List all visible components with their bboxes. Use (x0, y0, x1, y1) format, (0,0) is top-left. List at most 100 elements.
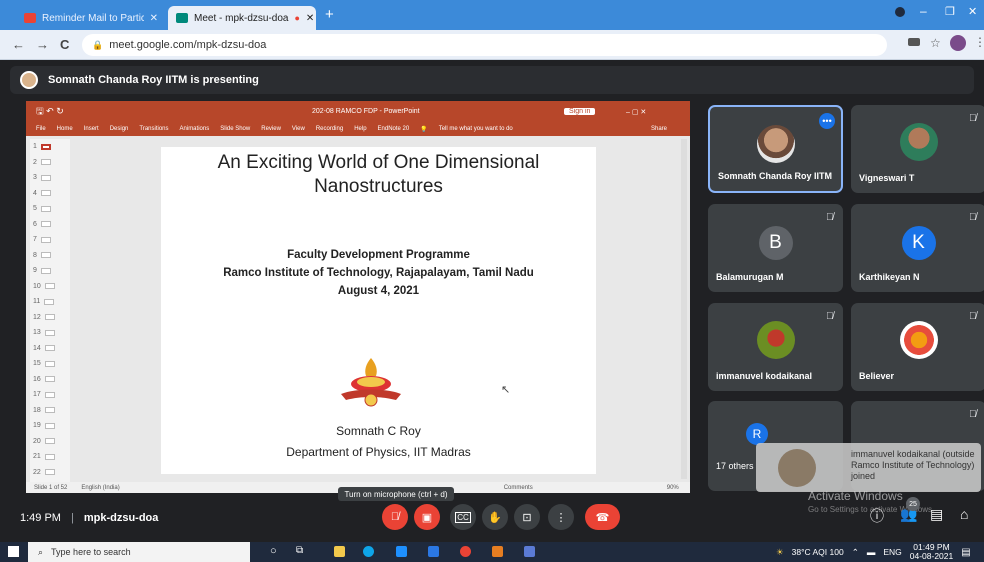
slide-title-line: Nanostructures (314, 176, 443, 197)
slide-number: 12 (33, 313, 41, 321)
address-bar: ← → C 🔒 meet.google.com/mpk-dzsu-doa ☆ ⋮ (0, 30, 984, 60)
browser-tab-strip: Reminder Mail to Participate the ✕ Meet … (0, 0, 984, 30)
participant-tile[interactable]: 🎙̸ K Karthikeyan N (851, 204, 984, 292)
ribbon-tab: Transitions (139, 126, 169, 132)
new-tab-button[interactable]: + (325, 6, 334, 23)
forward-icon[interactable]: → (36, 37, 49, 52)
slide-thumbnail-preview (44, 391, 55, 398)
input-language[interactable]: ENG (883, 547, 901, 557)
slide-number: 14 (33, 344, 41, 352)
info-icon[interactable]: ⓘ (870, 506, 884, 526)
close-tab-icon[interactable]: ✕ (150, 13, 158, 24)
presenter-avatar (20, 71, 38, 89)
app-icon[interactable] (524, 546, 535, 557)
participant-tile[interactable]: 🎙̸ Believer (851, 303, 984, 391)
participant-name: Believer (859, 371, 895, 381)
participant-name: Vigneswari T (859, 173, 915, 183)
slide-number: 4 (33, 189, 37, 197)
participant-name: Balamurugan M (716, 272, 784, 282)
ribbon-tab: Animations (179, 126, 210, 132)
window-controls-icon: – ▢ ✕ (626, 108, 647, 116)
windows-start-icon[interactable] (8, 546, 19, 557)
slide-thumbnail: 20 (30, 434, 70, 450)
ppt-file-title: 202-08 RAMCO FDP - PowerPoint (312, 108, 420, 115)
leave-call-button[interactable]: ☎ (585, 504, 620, 530)
slide-program: Faculty Development Programme (287, 249, 470, 261)
ppt-ribbon: File Home Insert Design Transitions Anim… (26, 122, 690, 136)
participant-tile[interactable]: 🎙̸ Vigneswari T (851, 105, 984, 193)
tab-meet[interactable]: Meet - mpk-dzsu-doa ● ✕ (168, 6, 316, 30)
others-count: 17 others (716, 461, 754, 471)
chat-icon[interactable]: ▤ (930, 506, 943, 523)
mail-icon[interactable] (428, 546, 439, 557)
slide-thumbnail-preview (44, 469, 55, 476)
slide-number: 2 (33, 158, 37, 166)
participant-tile[interactable]: 🎙̸ immanuvel kodaikanal (708, 303, 843, 391)
maximize-icon[interactable]: ❐ (945, 5, 955, 18)
avatar[interactable] (950, 35, 966, 51)
slide-thumbnail: 6 (30, 217, 70, 233)
participant-tile[interactable]: ••• Somnath Chanda Roy IITM (708, 105, 843, 193)
slide-number: 20 (33, 437, 41, 445)
cortana-icon[interactable]: ○ (270, 545, 277, 557)
bookmark-star-icon[interactable]: ☆ (930, 36, 941, 50)
tab-label: Meet - mpk-dzsu-doa (194, 12, 289, 24)
present-button[interactable]: ⊡ (514, 504, 540, 530)
close-tab-icon[interactable]: ✕ (306, 13, 314, 24)
slide-thumbnail: 18 (30, 403, 70, 419)
participant-name: immanuvel kodaikanal (716, 371, 813, 381)
presenting-banner: Somnath Chanda Roy IITM is presenting (10, 66, 974, 94)
clock[interactable]: 01:49 PM 04-08-2021 (910, 543, 953, 561)
network-icon[interactable]: ▬ (867, 547, 876, 557)
taskbar-search-input[interactable]: ⌕ Type here to search (28, 542, 250, 562)
slide-author: Somnath C Roy (336, 424, 421, 438)
chrome-icon[interactable] (460, 546, 471, 557)
camera-toggle-button[interactable]: ▣ (414, 504, 440, 530)
menu-kebab-icon[interactable]: ⋮ (974, 35, 984, 49)
present-icon: ⊡ (522, 511, 532, 524)
weather-text[interactable]: 38°C AQI 100 (792, 547, 844, 557)
lightbulb-icon: 💡 (420, 126, 428, 133)
tab-reminder-mail[interactable]: Reminder Mail to Participate the ✕ (16, 6, 166, 30)
store-icon[interactable] (396, 546, 407, 557)
ribbon-tab: Design (109, 126, 129, 132)
activities-icon[interactable]: ⌂ (960, 506, 968, 522)
search-placeholder: Type here to search (51, 547, 131, 557)
url-text: meet.google.com/mpk-dzsu-doa (109, 39, 267, 51)
participant-photo (756, 321, 795, 359)
edge-icon[interactable] (363, 546, 374, 557)
reload-icon[interactable]: C (60, 37, 69, 52)
url-input[interactable]: 🔒 meet.google.com/mpk-dzsu-doa (82, 34, 887, 56)
back-icon[interactable]: ← (12, 37, 25, 52)
weather-icon: ☀ (776, 546, 784, 557)
slide-department: Department of Physics, IIT Madras (286, 445, 471, 459)
slide-thumbnail-pane: 1 2 3 4 5 6 7 8 9 10 11 12 13 14 15 16 17 18 19 20 21 22 (30, 139, 70, 483)
participant-tile[interactable]: 🎙̸ B Balamurugan M (708, 204, 843, 292)
slide-thumbnail-preview (44, 345, 55, 352)
task-view-icon[interactable]: ⧉ (296, 545, 303, 556)
status-comments: Comments (503, 484, 533, 491)
slide-thumbnail: 15 (30, 356, 70, 372)
tray-chevron-icon[interactable]: ⌃ (852, 547, 859, 558)
more-options-button[interactable]: ⋮ (548, 504, 574, 530)
mic-toggle-button[interactable]: 🎙̸ (382, 504, 408, 530)
system-tray: ☀ 38°C AQI 100 ⌃ ▬ ENG 01:49 PM 04-08-20… (776, 542, 971, 562)
notifications-icon[interactable]: ▤ (961, 547, 970, 558)
raise-hand-button[interactable]: ✋ (482, 504, 508, 530)
activate-windows-watermark: Activate Windows (808, 489, 903, 503)
camera-indicator-icon[interactable] (908, 38, 920, 46)
ribbon-tab: Help (354, 126, 367, 132)
slide-thumbnail-preview (44, 438, 55, 445)
app-icon[interactable] (492, 546, 503, 557)
more-options-icon[interactable]: ••• (819, 113, 835, 129)
mic-muted-icon: 🎙̸ (969, 113, 977, 124)
captions-button[interactable]: CC (450, 504, 476, 530)
close-window-icon[interactable]: ✕ (968, 5, 977, 18)
profile-dot-icon[interactable] (895, 7, 905, 17)
file-explorer-icon[interactable] (334, 546, 345, 557)
minimize-icon[interactable]: – (920, 4, 927, 18)
slide-thumbnail-preview (44, 314, 55, 321)
slide-thumbnail-preview (40, 205, 51, 212)
slide-thumbnail: 9 (30, 263, 70, 279)
clock-date: 04-08-2021 (909, 551, 954, 561)
